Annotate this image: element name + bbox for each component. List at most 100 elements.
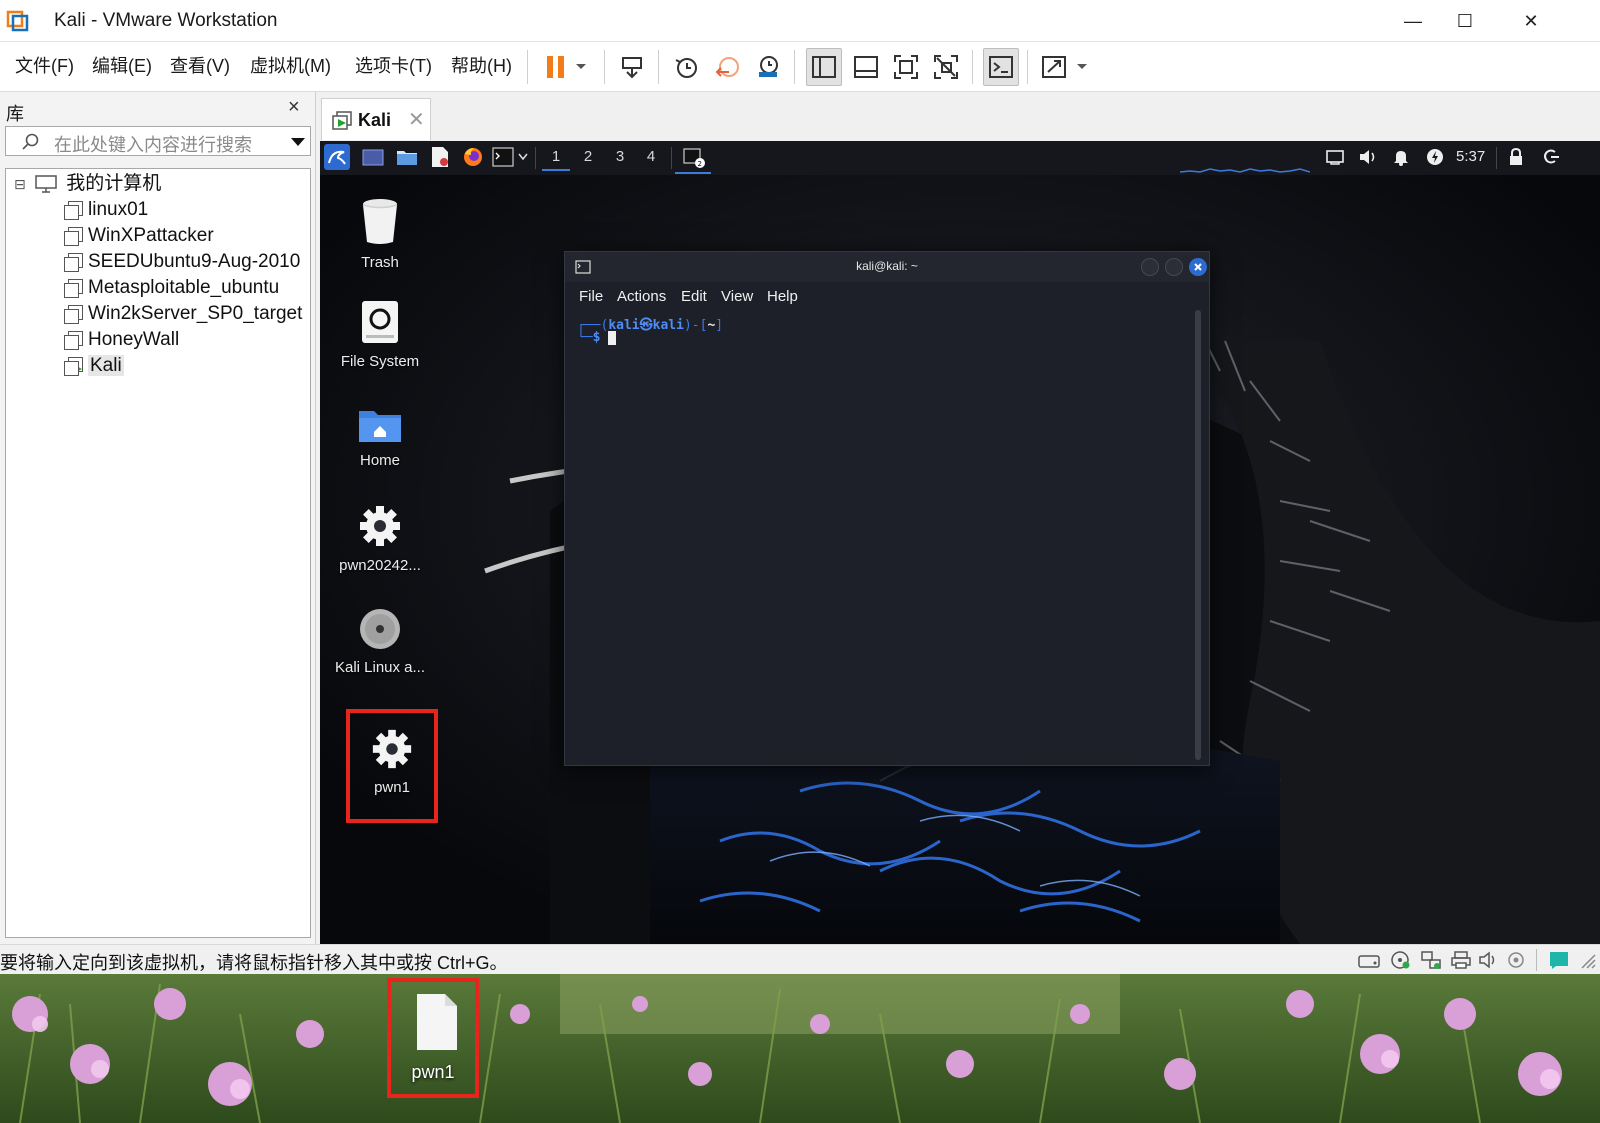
minimize-button[interactable]: —: [1390, 6, 1436, 36]
text-editor-icon[interactable]: [430, 146, 450, 168]
terminal-output[interactable]: ┌──(kali㉿kali)-[~] └─$: [565, 310, 1191, 765]
show-desktop-icon[interactable]: [362, 148, 384, 168]
terminal-input-line: └─$: [577, 330, 617, 345]
terminal-launcher-icon[interactable]: [492, 147, 514, 167]
tree-item-metasploitable[interactable]: Metasploitable_ubuntu: [64, 275, 279, 301]
panel-separator: [671, 147, 672, 169]
chevron-down-icon[interactable]: [290, 137, 306, 147]
terminal-menu-actions[interactable]: Actions: [617, 288, 666, 305]
cd-dvd-status-icon[interactable]: [1390, 950, 1412, 970]
terminal-menu-file[interactable]: File: [579, 288, 603, 305]
pause-dropdown-button[interactable]: [568, 48, 594, 86]
kali-top-panel: 1 2 3 4 2 5:37: [320, 141, 1600, 175]
unity-disabled-icon: [934, 55, 958, 79]
maximize-button[interactable]: ☐: [1442, 6, 1488, 36]
desktop-icon-pwn1-highlighted[interactable]: pwn1: [346, 709, 438, 823]
console-view-button[interactable]: [983, 48, 1019, 86]
tree-item-label: HoneyWall: [88, 329, 180, 350]
usb-status-icon[interactable]: [1506, 950, 1526, 970]
tree-item-label: Metasploitable_ubuntu: [88, 277, 280, 298]
terminal-titlebar[interactable]: kali@kali: ~: [565, 252, 1209, 282]
tree-item-kali[interactable]: Kali: [64, 353, 124, 379]
terminal-close-button[interactable]: [1189, 258, 1207, 276]
menu-view[interactable]: 查看(V): [170, 52, 230, 80]
terminal-window[interactable]: kali@kali: ~ File Actions Edit View Help…: [564, 251, 1210, 766]
notification-bell-icon[interactable]: [1393, 148, 1409, 166]
workspace-4[interactable]: 4: [637, 148, 665, 165]
workspace-2[interactable]: 2: [574, 148, 602, 165]
status-separator: [1536, 949, 1537, 971]
file-manager-icon[interactable]: [396, 147, 418, 167]
workspace-3[interactable]: 3: [606, 148, 634, 165]
menu-edit[interactable]: 编辑(E): [92, 52, 152, 80]
desktop-icon-label: File System: [340, 353, 420, 370]
tab-close-button[interactable]: ✕: [408, 107, 425, 132]
chevron-down-icon[interactable]: [518, 153, 528, 161]
gear-icon: [372, 729, 412, 769]
clock[interactable]: 5:37: [1456, 148, 1485, 165]
kali-menu-button[interactable]: [324, 144, 350, 170]
cpu-graph-icon: [1180, 168, 1310, 173]
snapshot-manager-button[interactable]: [750, 48, 786, 86]
library-close-button[interactable]: ×: [288, 96, 300, 119]
stretch-dropdown-button[interactable]: [1070, 48, 1094, 86]
tree-root-my-computer[interactable]: ⊟ 我的计算机: [14, 171, 161, 197]
show-library-button[interactable]: [806, 48, 842, 86]
tree-item-honeywall[interactable]: HoneyWall: [64, 327, 179, 353]
library-search-input[interactable]: 在此处键入内容进行搜索: [5, 126, 311, 156]
tree-item-winxpattacker[interactable]: WinXPattacker: [64, 223, 214, 249]
tree-item-seedubuntu[interactable]: SEEDUbuntu9-Aug-2010: [64, 249, 300, 275]
tab-label: Kali: [358, 110, 392, 130]
menu-help[interactable]: 帮助(H): [451, 52, 512, 80]
sound-status-icon[interactable]: [1478, 950, 1500, 970]
network-icon[interactable]: [1326, 149, 1344, 165]
unity-button[interactable]: [928, 48, 964, 86]
power-manager-icon[interactable]: [1426, 148, 1444, 166]
menu-vm[interactable]: 虚拟机(M): [250, 52, 331, 80]
desktop-icon-kali-linux-disc[interactable]: Kali Linux a...: [325, 607, 435, 676]
send-ctrl-alt-del-button[interactable]: [614, 48, 650, 86]
close-button[interactable]: ✕: [1508, 6, 1554, 36]
snapshot-button[interactable]: [668, 48, 704, 86]
vm-icon: [64, 252, 83, 272]
full-screen-button[interactable]: [888, 48, 924, 86]
message-log-icon[interactable]: [1548, 950, 1570, 970]
terminal-menu-edit[interactable]: Edit: [681, 288, 707, 305]
stretch-guest-button[interactable]: [1036, 48, 1072, 86]
tree-item-win2kserver[interactable]: Win2kServer_SP0_target: [64, 301, 302, 327]
menu-file[interactable]: 文件(F): [15, 52, 74, 80]
tab-kali[interactable]: Kali ✕: [321, 98, 431, 140]
lock-icon[interactable]: [1508, 147, 1524, 167]
hard-disk-status-icon[interactable]: [1358, 951, 1380, 969]
tree-item-linux01[interactable]: linux01: [64, 197, 148, 223]
desktop-icon-trash[interactable]: Trash: [325, 196, 435, 271]
title-bar: Kali - VMware Workstation — ☐ ✕: [0, 0, 1600, 42]
snapshot-manager-icon: [759, 56, 778, 77]
snapshot-clock-icon: [675, 58, 697, 78]
terminal-scrollbar[interactable]: [1195, 310, 1201, 760]
terminal-menu-view[interactable]: View: [721, 288, 753, 305]
firefox-icon[interactable]: [462, 146, 484, 168]
terminal-title: kali@kali: ~: [856, 259, 918, 273]
desktop-icon-label: Kali Linux a...: [334, 659, 426, 676]
terminal-maximize-button[interactable]: [1165, 258, 1183, 276]
kali-dragon-icon: [328, 150, 346, 165]
logout-icon[interactable]: [1542, 148, 1560, 166]
terminal-minimize-button[interactable]: [1141, 258, 1159, 276]
menu-tabs[interactable]: 选项卡(T): [355, 52, 432, 80]
terminal-menu-help[interactable]: Help: [767, 288, 798, 305]
resize-grip-icon[interactable]: [1578, 951, 1596, 969]
collapse-toggle-icon[interactable]: ⊟: [14, 176, 26, 192]
desktop-icon-pwn20242[interactable]: pwn20242...: [325, 503, 435, 574]
volume-icon[interactable]: [1358, 148, 1378, 166]
network-adapter-status-icon[interactable]: [1420, 950, 1442, 970]
taskbar-terminal-window[interactable]: 2: [675, 144, 711, 174]
printer-status-icon[interactable]: [1450, 950, 1472, 970]
computer-icon: [35, 175, 57, 193]
desktop-icon-file-system[interactable]: File System: [325, 299, 435, 370]
revert-snapshot-button[interactable]: [710, 48, 746, 86]
host-file-pwn1-highlighted[interactable]: pwn1: [387, 978, 479, 1098]
thumbnail-bar-button[interactable]: [848, 48, 884, 86]
workspace-1[interactable]: 1: [542, 148, 570, 171]
desktop-icon-home[interactable]: Home: [325, 406, 435, 469]
